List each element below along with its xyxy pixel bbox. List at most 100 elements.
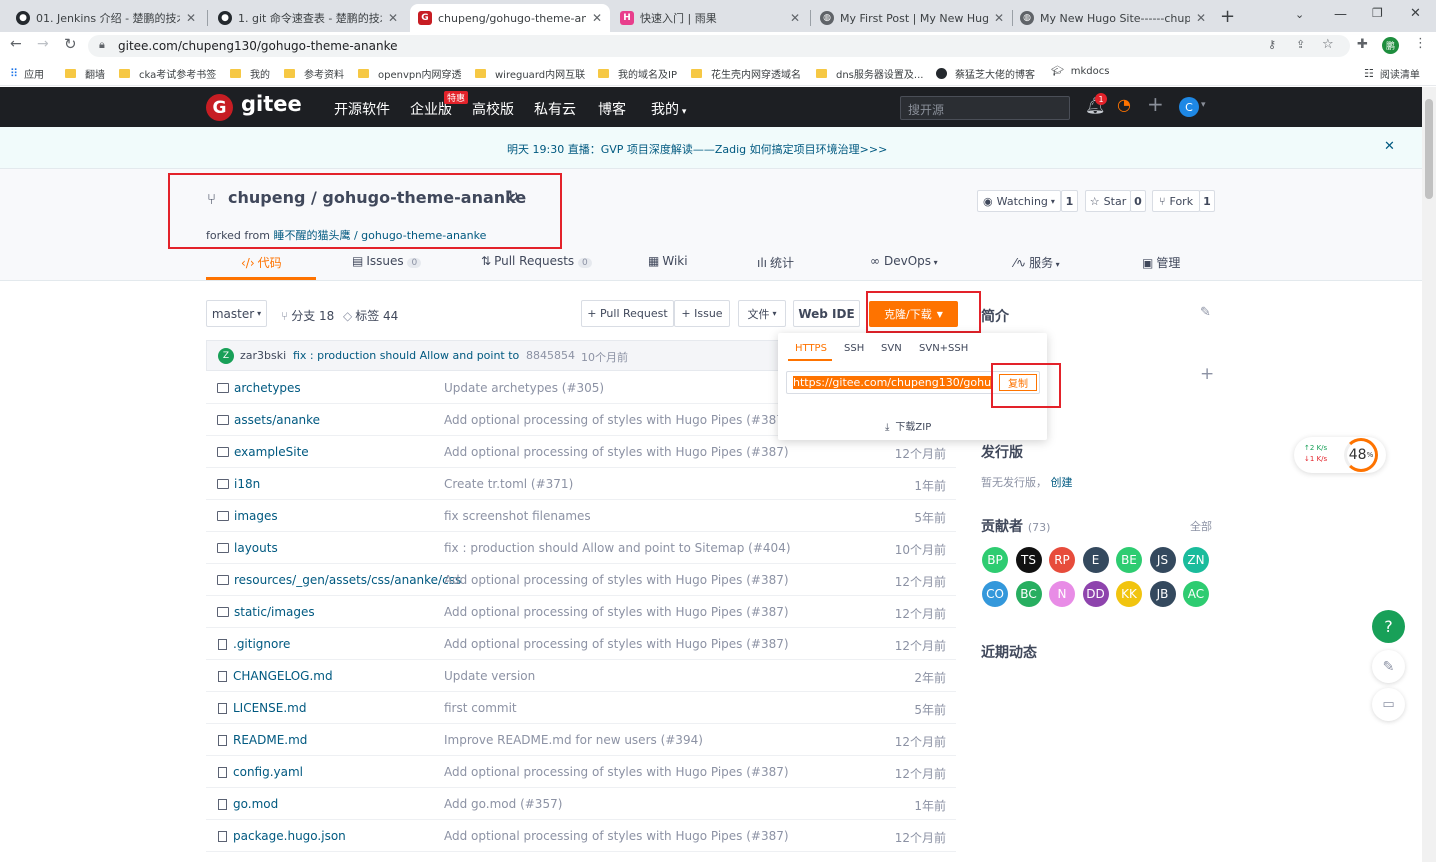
file-commit-message[interactable]: Add optional processing of styles with H…	[444, 605, 789, 619]
contributor-avatar[interactable]: JS	[1149, 547, 1176, 573]
file-name-link[interactable]: archetypes	[217, 381, 301, 395]
contributor-avatar[interactable]: CO	[982, 581, 1008, 607]
file-row[interactable]: config.yaml Add optional processing of st…	[206, 756, 956, 788]
tags-link[interactable]: ◇ 标签 44	[343, 307, 398, 324]
clone-tab-svn[interactable]: SVN	[881, 343, 902, 354]
clone-tab-ssh[interactable]: SSH	[844, 343, 864, 354]
file-name-link[interactable]: images	[217, 509, 278, 523]
tab-stats[interactable]: ılı 统计	[757, 254, 794, 271]
bookmark-apps[interactable]: ⠿ 应用	[10, 66, 44, 81]
file-commit-message[interactable]: fix : production should Allow and point …	[444, 541, 791, 555]
caret-down-icon[interactable]: ▾	[1201, 100, 1206, 110]
file-commit-message[interactable]: first commit	[444, 701, 517, 715]
tab-code[interactable]: ‹/› 代码	[241, 254, 282, 271]
contributor-avatar[interactable]: BE	[1116, 547, 1142, 573]
tab-issues[interactable]: ▤ Issues 0	[352, 254, 422, 268]
contributor-avatar[interactable]: RP	[1049, 547, 1075, 573]
close-icon[interactable]: ✕	[592, 11, 602, 25]
forward-icon[interactable]: →	[37, 36, 49, 52]
nav-edu[interactable]: 高校版	[472, 99, 514, 119]
file-row[interactable]: i18n Create tr.toml (#371) 1年前	[206, 468, 956, 500]
close-icon[interactable]: ✕	[1384, 139, 1395, 154]
fork-button[interactable]: ⑂ Fork	[1152, 190, 1200, 212]
file-row[interactable]: CHANGELOG.md Update version 2年前	[206, 660, 956, 692]
profile-avatar[interactable]: 鹏	[1382, 37, 1399, 54]
share-icon[interactable]: ⇪	[1296, 38, 1305, 51]
contributor-avatar[interactable]: TS	[1015, 547, 1042, 573]
file-row[interactable]: layouts fix : production should Allow and…	[206, 532, 956, 564]
fork-count[interactable]: 1	[1199, 190, 1215, 212]
nav-open-source[interactable]: 开源软件	[334, 99, 390, 119]
browser-tab[interactable]: ◍ My New Hugo Site------chupe ✕	[1012, 4, 1214, 32]
key-icon[interactable]: ⚷	[1268, 38, 1276, 51]
plus-icon[interactable]: +	[1147, 92, 1164, 116]
net-speed-widget[interactable]: ↑2 K/s ↓1 K/s 48%	[1294, 437, 1386, 473]
file-name-link[interactable]: i18n	[217, 477, 260, 491]
nav-blog[interactable]: 博客	[598, 99, 626, 119]
file-commit-message[interactable]: Add optional processing of styles with H…	[444, 637, 789, 651]
gitee-logo-icon[interactable]: G	[206, 94, 233, 121]
contributor-avatar[interactable]: BC	[1015, 581, 1042, 607]
clone-tab-https[interactable]: HTTPS	[795, 343, 827, 354]
contributor-avatar[interactable]: ZN	[1183, 547, 1209, 573]
plus-icon[interactable]: +	[1200, 364, 1214, 384]
contributor-avatar[interactable]: E	[1082, 547, 1109, 573]
file-row[interactable]: resources/_gen/assets/css/ananke/css Add …	[206, 564, 956, 596]
file-name-link[interactable]: README.md	[217, 733, 307, 747]
bookmark-folder[interactable]: 我的域名及IP	[598, 66, 677, 81]
gitee-logo-text[interactable]: gitee	[241, 92, 302, 116]
star-count[interactable]: 0	[1130, 190, 1146, 212]
close-icon[interactable]: ✕	[388, 11, 398, 25]
bookmark-folder[interactable]: 参考资料	[284, 66, 344, 81]
close-icon[interactable]: ✕	[1196, 11, 1206, 25]
file-name-link[interactable]: go.mod	[217, 797, 278, 811]
user-avatar[interactable]: C	[1179, 97, 1199, 117]
file-commit-message[interactable]: Improve README.md for new users (#394)	[444, 733, 703, 747]
feedback-edit-icon[interactable]: ✎	[1372, 650, 1405, 683]
minimize-icon[interactable]: —	[1334, 7, 1347, 22]
contributor-avatar[interactable]: BP	[982, 547, 1008, 573]
commit-sha[interactable]: 8845854	[526, 349, 575, 362]
tab-pull-requests[interactable]: ⇅ Pull Requests 0	[481, 254, 592, 268]
file-commit-message[interactable]: Add optional processing of styles with H…	[444, 413, 789, 427]
file-name-link[interactable]: layouts	[217, 541, 278, 555]
web-ide-button[interactable]: Web IDE	[793, 300, 860, 327]
file-commit-message[interactable]: Add optional processing of styles with H…	[444, 573, 789, 587]
file-commit-message[interactable]: Add go.mod (#357)	[444, 797, 562, 811]
file-name-link[interactable]: static/images	[217, 605, 315, 619]
commit-author[interactable]: zar3bski	[240, 349, 286, 362]
file-commit-message[interactable]: Add optional processing of styles with H…	[444, 829, 789, 843]
file-commit-message[interactable]: Update archetypes (#305)	[444, 381, 604, 395]
tab-devops[interactable]: ∞ DevOps ▾	[870, 254, 938, 268]
file-name-link[interactable]: package.hugo.json	[217, 829, 346, 843]
watching-count[interactable]: 1	[1061, 190, 1078, 212]
file-commit-message[interactable]: Add optional processing of styles with H…	[444, 765, 789, 779]
file-name-link[interactable]: config.yaml	[217, 765, 303, 779]
branches-link[interactable]: ⑂ 分支 18	[281, 307, 334, 324]
file-commit-message[interactable]: Update version	[444, 669, 535, 683]
bookmark-folder[interactable]: 翻墙	[65, 66, 105, 81]
commit-message[interactable]: fix : production should Allow and point …	[293, 349, 519, 362]
bookmark-folder[interactable]: dns服务器设置及...	[816, 66, 923, 81]
restore-icon[interactable]: ❐	[1372, 6, 1383, 20]
watching-button[interactable]: ◉ Watching ▾	[977, 190, 1061, 212]
new-tab-icon[interactable]: +	[1220, 6, 1235, 27]
reading-list[interactable]: ☷ 阅读清单	[1364, 66, 1420, 81]
reload-icon[interactable]: ↻	[64, 35, 77, 53]
bookmark-star-icon[interactable]: ☆	[1322, 37, 1334, 52]
menu-icon[interactable]: ⋮	[1414, 36, 1427, 51]
search-input[interactable]: 搜开源	[900, 96, 1070, 120]
contributor-avatar[interactable]: N	[1049, 581, 1075, 607]
file-dropdown[interactable]: 文件 ▾	[738, 300, 786, 327]
tab-wiki[interactable]: ▦ Wiki	[648, 254, 688, 268]
nav-mine[interactable]: 我的 ▾	[651, 99, 686, 119]
scrollbar-thumb[interactable]	[1425, 99, 1433, 199]
window-close-icon[interactable]: ✕	[1410, 6, 1421, 21]
bookmark-folder[interactable]: cka考试参考书签	[119, 66, 216, 81]
branch-select[interactable]: master ▾	[206, 300, 267, 327]
browser-tab-active[interactable]: G chupeng/gohugo-theme-anan ✕	[410, 4, 610, 32]
edit-icon[interactable]: ✎	[1200, 305, 1211, 320]
browser-tab[interactable]: ◍ My First Post | My New Hugo ✕	[812, 4, 1012, 32]
bookmark-link[interactable]: 🎓︎ mkdocs	[1051, 66, 1109, 77]
star-button[interactable]: ☆ Star	[1085, 190, 1131, 212]
